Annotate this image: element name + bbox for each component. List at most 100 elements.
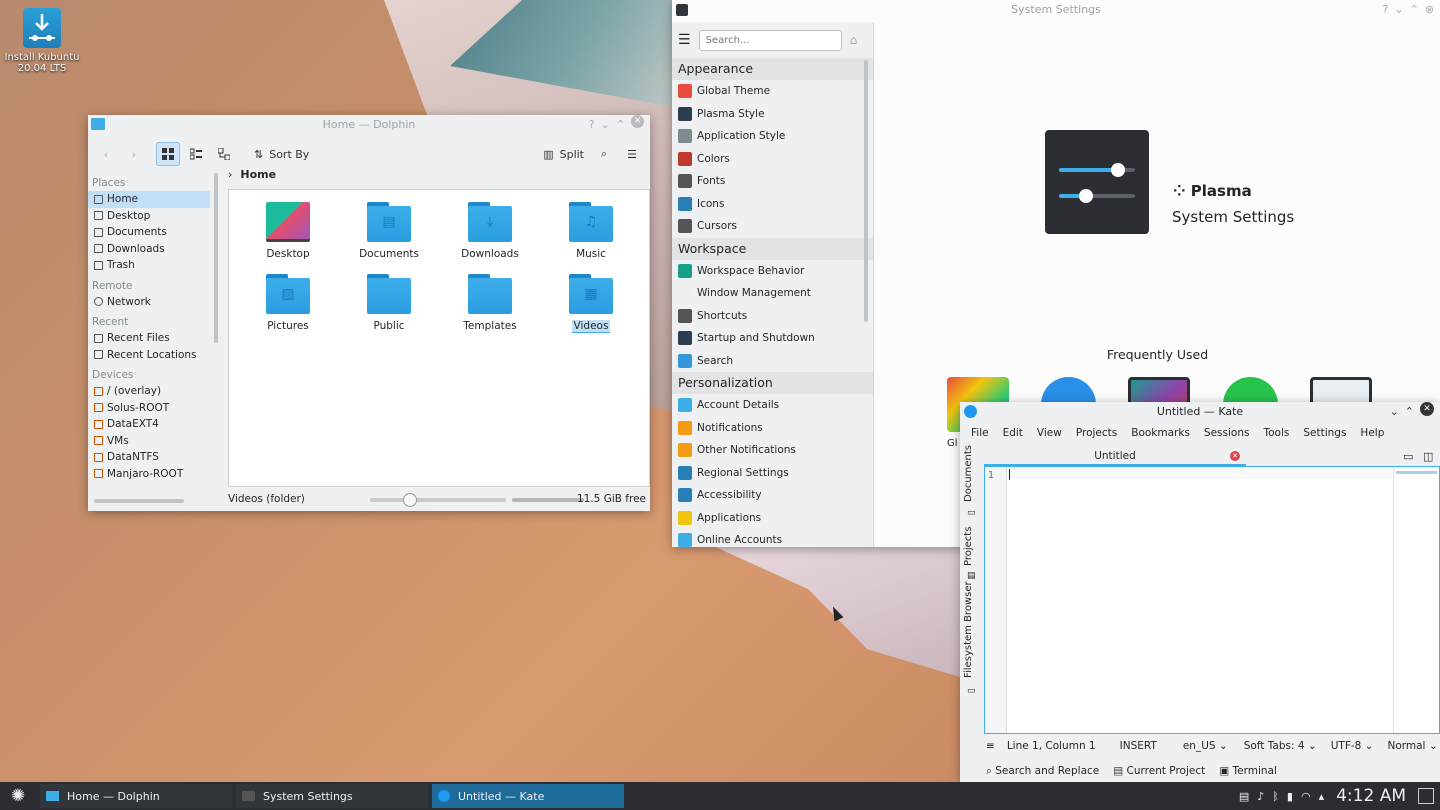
help-icon[interactable]: ?: [589, 115, 595, 135]
hamburger-menu-icon[interactable]: ☰: [678, 32, 691, 48]
settings-item-icons[interactable]: Icons: [672, 193, 873, 216]
side-tab-projects[interactable]: Projects: [963, 527, 974, 566]
close-tab-icon[interactable]: ✕: [1230, 451, 1240, 461]
zoom-slider[interactable]: [370, 493, 506, 507]
file-item-documents[interactable]: ▤ Documents: [344, 202, 434, 260]
task-dolphin[interactable]: Home — Dolphin: [40, 784, 232, 808]
battery-icon[interactable]: ▮: [1287, 790, 1293, 803]
settings-item-plasma-style[interactable]: Plasma Style: [672, 103, 873, 126]
search-icon[interactable]: ⌕: [592, 142, 616, 166]
maximize-icon[interactable]: ⌃: [1410, 0, 1419, 20]
icons-view-button[interactable]: [156, 142, 180, 166]
settings-item-accessibility[interactable]: Accessibility: [672, 484, 873, 507]
device-item[interactable]: DataEXT4: [88, 416, 210, 433]
text-editor-area[interactable]: 1: [984, 466, 1440, 734]
file-view[interactable]: Desktop ▤ Documents ⤓ Downloads ♫ Music …: [228, 189, 650, 487]
help-icon[interactable]: ?: [1383, 0, 1389, 20]
maximize-icon[interactable]: ⌃: [616, 115, 625, 135]
minimap[interactable]: [1393, 467, 1439, 733]
volume-icon[interactable]: ♪: [1257, 790, 1264, 803]
new-tab-icon[interactable]: ▭: [1403, 450, 1413, 463]
terminal-button[interactable]: ▣ Terminal: [1219, 765, 1277, 777]
settings-item-online-accounts[interactable]: Online Accounts: [672, 529, 873, 547]
settings-item-startup-and-shutdown[interactable]: Startup and Shutdown: [672, 327, 873, 350]
details-view-button[interactable]: [212, 142, 236, 166]
menu-sessions[interactable]: Sessions: [1197, 427, 1257, 439]
hamburger-menu-icon[interactable]: ☰: [620, 142, 644, 166]
file-item-public[interactable]: Public: [344, 274, 434, 332]
cursor-position[interactable]: Line 1, Column 1: [1007, 740, 1096, 752]
menu-projects[interactable]: Projects: [1069, 427, 1124, 439]
settings-item-regional-settings[interactable]: Regional Settings: [672, 462, 873, 485]
places-hscrollbar[interactable]: [94, 499, 184, 503]
menu-help[interactable]: Help: [1353, 427, 1391, 439]
settings-item-global-theme[interactable]: Global Theme: [672, 80, 873, 103]
places-item-desktop[interactable]: Desktop: [88, 208, 210, 225]
device-item[interactable]: Solus-ROOT: [88, 400, 210, 417]
file-item-desktop[interactable]: Desktop: [243, 202, 333, 260]
settings-item-applications[interactable]: Applications: [672, 507, 873, 530]
indent-dropdown[interactable]: Soft Tabs: 4 ⌄: [1244, 740, 1317, 752]
expand-tray-icon[interactable]: ▴: [1319, 790, 1325, 803]
search-replace-button[interactable]: ⌕ Search and Replace: [986, 765, 1099, 778]
back-button[interactable]: ‹: [94, 142, 118, 166]
places-item-trash[interactable]: Trash: [88, 257, 210, 274]
bluetooth-icon[interactable]: ᛒ: [1272, 790, 1279, 803]
device-item[interactable]: DataNTFS: [88, 449, 210, 466]
menu-settings[interactable]: Settings: [1296, 427, 1353, 439]
file-item-pictures[interactable]: ▨ Pictures: [243, 274, 333, 332]
settings-item-cursors[interactable]: Cursors: [672, 215, 873, 238]
split-button[interactable]: ▥ Split: [539, 142, 588, 166]
menu-view[interactable]: View: [1030, 427, 1069, 439]
settings-item-shortcuts[interactable]: Shortcuts: [672, 305, 873, 328]
close-icon[interactable]: ✕: [1420, 402, 1434, 416]
close-icon[interactable]: ⊗: [1425, 0, 1434, 20]
file-item-music[interactable]: ♫ Music: [546, 202, 636, 260]
sort-by-button[interactable]: ⇅ Sort By: [250, 142, 313, 166]
network-icon[interactable]: ◠: [1301, 790, 1311, 803]
task-system-settings[interactable]: System Settings: [236, 784, 428, 808]
places-item-downloads[interactable]: Downloads: [88, 241, 210, 258]
places-scrollbar[interactable]: [214, 173, 218, 343]
file-item-downloads[interactable]: ⤓ Downloads: [445, 202, 535, 260]
install-kubuntu-desktop-icon[interactable]: Install Kubuntu 20.04 LTS: [4, 8, 80, 74]
side-tab-documents[interactable]: Documents: [963, 445, 974, 502]
settings-item-application-style[interactable]: Application Style: [672, 125, 873, 148]
places-item-recent-locations[interactable]: Recent Locations: [88, 347, 210, 364]
settings-item-notifications[interactable]: Notifications: [672, 417, 873, 440]
compact-view-button[interactable]: [184, 142, 208, 166]
file-item-videos[interactable]: ▦ Videos: [546, 274, 636, 333]
home-icon[interactable]: ⌂: [850, 33, 858, 47]
settings-item-window-management[interactable]: Window Management: [672, 282, 873, 305]
minimize-icon[interactable]: ⌄: [1394, 0, 1403, 20]
split-view-icon[interactable]: ◫: [1423, 450, 1433, 463]
tab-untitled[interactable]: Untitled ✕: [984, 446, 1246, 466]
menu-file[interactable]: File: [964, 427, 996, 439]
close-icon[interactable]: ✕: [631, 115, 644, 128]
application-launcher-icon[interactable]: ✺: [0, 786, 36, 806]
clock[interactable]: 4:12 AM: [1336, 786, 1406, 806]
settings-search-input[interactable]: [698, 29, 842, 51]
settings-titlebar[interactable]: System Settings ? ⌄ ⌃ ⊗: [672, 0, 1440, 22]
sidebar-toggle-icon[interactable]: ≡: [986, 740, 995, 752]
kate-titlebar[interactable]: Untitled — Kate ⌄ ⌃ ✕: [960, 402, 1440, 422]
minimize-icon[interactable]: ⌄: [1390, 402, 1399, 422]
file-item-templates[interactable]: Templates: [445, 274, 535, 332]
breadcrumb[interactable]: › Home: [228, 168, 276, 181]
zoom-slider-handle[interactable]: [402, 493, 417, 507]
device-item[interactable]: VMs: [88, 433, 210, 450]
input-mode[interactable]: INSERT: [1120, 740, 1157, 752]
show-desktop-icon[interactable]: [1418, 788, 1434, 804]
syntax-dropdown[interactable]: Normal ⌄: [1387, 740, 1437, 752]
settings-item-fonts[interactable]: Fonts: [672, 170, 873, 193]
current-project-button[interactable]: ▤ Current Project: [1113, 765, 1205, 777]
minimize-icon[interactable]: ⌄: [601, 115, 610, 135]
settings-sidebar-scrollbar[interactable]: [864, 60, 868, 322]
device-item[interactable]: / (overlay): [88, 383, 210, 400]
menu-edit[interactable]: Edit: [996, 427, 1030, 439]
settings-item-workspace-behavior[interactable]: Workspace Behavior: [672, 260, 873, 283]
settings-item-other-notifications[interactable]: Other Notifications: [672, 439, 873, 462]
encoding-dropdown[interactable]: UTF-8 ⌄: [1331, 740, 1374, 752]
settings-item-search[interactable]: Search: [672, 350, 873, 373]
clipboard-icon[interactable]: ▤: [1239, 790, 1249, 803]
